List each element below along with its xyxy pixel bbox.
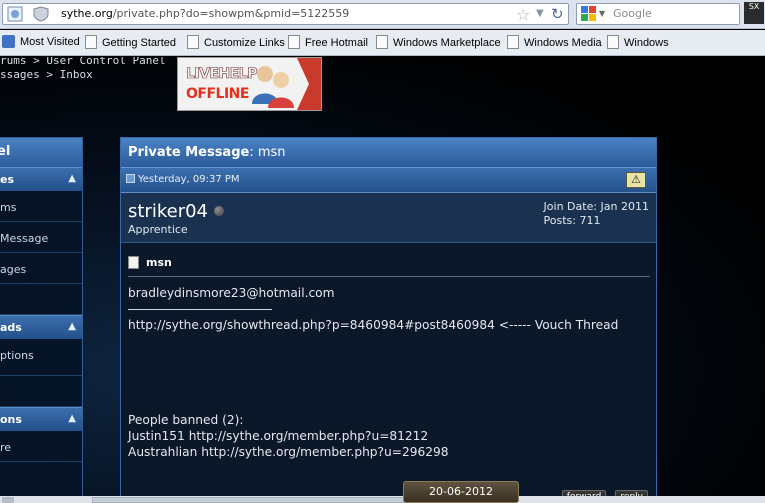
offline-status-icon xyxy=(214,206,224,216)
most-visited-icon xyxy=(2,35,15,48)
page-icon xyxy=(187,35,199,49)
post-count: Posts: 711 xyxy=(543,214,601,227)
sender-info: striker04 Apprentice Join Date: Jan 2011… xyxy=(121,193,656,243)
message-header-subject: : msn xyxy=(249,145,286,160)
date-stamp: 20-06-2012 xyxy=(403,481,519,503)
live-help-banner[interactable]: LIVEHELP OFFLINE xyxy=(177,57,322,111)
collapse-icon[interactable]: ▲ xyxy=(68,321,76,332)
page-icon xyxy=(288,35,300,49)
bookmark-windows-media[interactable]: Windows Media xyxy=(507,35,602,51)
banned-user-2[interactable]: Austrahlian http://sythe.org/member.php?… xyxy=(128,444,650,460)
sidebar-section-threads[interactable]: ads ▲ xyxy=(0,315,82,339)
banned-heading: People banned (2): xyxy=(128,413,244,427)
sidebar-item-subscriptions[interactable]: ptions xyxy=(0,339,82,376)
support-people-icon xyxy=(252,66,294,108)
message-date: Yesterday, 09:37 PM xyxy=(138,174,240,185)
vouch-thread-link[interactable]: http://sythe.org/showthread.php?p=846098… xyxy=(128,317,650,333)
scroll-left-button[interactable] xyxy=(2,497,14,503)
message-email: bradleydinsmore23@hotmail.com xyxy=(128,286,335,300)
reload-icon[interactable]: ↻ xyxy=(551,5,564,23)
google-logo-icon xyxy=(581,6,596,21)
bookmark-customize-links[interactable]: Customize Links xyxy=(187,35,285,51)
bookmarks-toolbar: Most Visited Getting Started Customize L… xyxy=(0,30,765,56)
post-icon xyxy=(126,174,135,183)
bookmark-star-icon[interactable]: ☆ xyxy=(516,5,530,24)
sidebar-title: el xyxy=(0,138,82,167)
report-warning-icon[interactable]: ⚠ xyxy=(626,172,646,188)
message-header: Private Message: msn xyxy=(121,138,656,168)
message-body: msn bradleydinsmore23@hotmail.com http:/… xyxy=(121,243,656,460)
bookmark-getting-started[interactable]: Getting Started xyxy=(85,35,176,51)
bookmark-free-hotmail[interactable]: Free Hotmail xyxy=(288,35,368,51)
sidebar-section-label: ons xyxy=(0,413,22,426)
breadcrumb-line-1[interactable]: rums > User Control Panel xyxy=(0,57,166,68)
sender-rank: Apprentice xyxy=(128,223,188,236)
search-placeholder[interactable]: Google xyxy=(613,7,652,20)
search-bar[interactable]: ▼ Google xyxy=(576,3,740,25)
divider xyxy=(128,309,272,310)
sidebar-item-blank[interactable] xyxy=(0,284,82,315)
sidebar-section-label: es xyxy=(0,173,15,186)
page-icon xyxy=(607,35,619,49)
page-icon xyxy=(507,35,519,49)
breadcrumb-line-2[interactable]: ssages > Inbox xyxy=(0,68,166,82)
page-content: rums > User Control Panel ssages > Inbox… xyxy=(0,57,765,503)
site-favicon-icon xyxy=(7,6,23,22)
addon-icon[interactable]: SX xyxy=(744,2,764,24)
message-date-bar: Yesterday, 09:37 PM ⚠ xyxy=(121,168,656,193)
red-arrow-icon xyxy=(297,58,321,110)
bookmark-most-visited[interactable]: Most Visited xyxy=(2,35,80,51)
site-identity-icon[interactable] xyxy=(31,6,51,22)
page-icon xyxy=(85,35,97,49)
history-dropdown-icon[interactable]: ▼ xyxy=(536,8,544,19)
sidebar-item-forums[interactable]: ms xyxy=(0,191,82,222)
sender-username[interactable]: striker04 xyxy=(128,201,208,222)
sidebar-item-send-message[interactable]: Message xyxy=(0,222,82,253)
sidebar-item-more[interactable]: re xyxy=(0,431,82,462)
sidebar-section-messages[interactable]: es ▲ xyxy=(0,167,82,191)
address-bar[interactable]: sythe.org/private.php?do=showpm&pmid=512… xyxy=(2,3,569,25)
browser-toolbar: sythe.org/private.php?do=showpm&pmid=512… xyxy=(0,0,765,29)
collapse-icon[interactable]: ▲ xyxy=(68,413,76,424)
sidebar-section-options[interactable]: ons ▲ xyxy=(0,407,82,431)
private-message-panel: Private Message: msn Yesterday, 09:37 PM… xyxy=(120,137,657,503)
bookmark-windows[interactable]: Windows xyxy=(607,35,669,51)
message-subject-text: msn xyxy=(146,256,172,269)
message-text: bradleydinsmore23@hotmail.com http://syt… xyxy=(128,285,650,460)
document-icon xyxy=(128,256,139,269)
sidebar-section-label: ads xyxy=(0,321,22,334)
message-subject: msn xyxy=(128,251,650,277)
url-text[interactable]: sythe.org/private.php?do=showpm&pmid=512… xyxy=(61,7,349,20)
message-header-label: Private Message xyxy=(128,145,250,160)
user-cp-sidebar: el es ▲ ms Message ages ads ▲ ptions ons… xyxy=(0,137,83,503)
search-engine-dropdown-icon[interactable]: ▼ xyxy=(599,9,605,18)
breadcrumb: rums > User Control Panel ssages > Inbox xyxy=(0,57,166,82)
live-help-label: LIVEHELP xyxy=(186,66,258,83)
collapse-icon[interactable]: ▲ xyxy=(68,173,76,184)
page-icon xyxy=(376,35,388,49)
join-date: Join Date: Jan 2011 xyxy=(543,200,649,213)
sidebar-item-messages[interactable]: ages xyxy=(0,253,82,284)
banned-user-1[interactable]: Justin151 http://sythe.org/member.php?u=… xyxy=(128,428,650,444)
bookmark-windows-marketplace[interactable]: Windows Marketplace xyxy=(376,35,501,51)
live-help-status: OFFLINE xyxy=(186,86,249,102)
sidebar-item-blank[interactable] xyxy=(0,376,82,407)
